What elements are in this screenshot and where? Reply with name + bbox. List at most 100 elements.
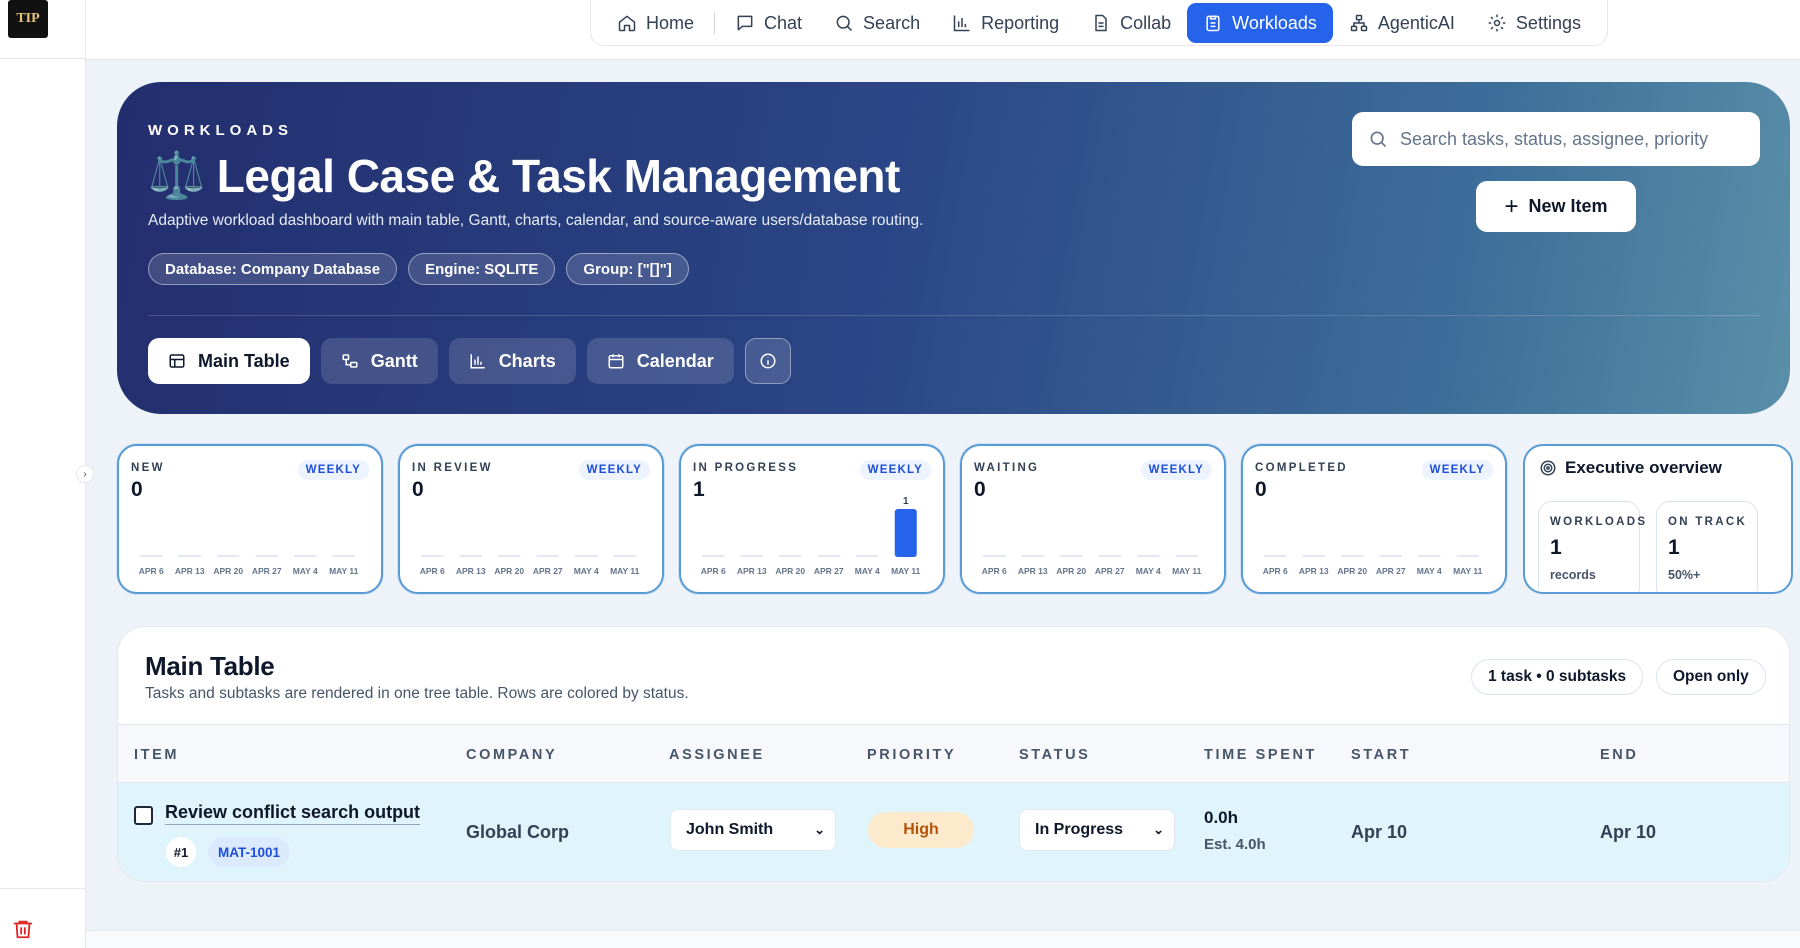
- x-tick-label: APR 13: [737, 566, 767, 576]
- column-header-end[interactable]: END: [1600, 747, 1638, 763]
- rail-divider: [0, 888, 86, 889]
- trash-icon[interactable]: [12, 918, 34, 945]
- gear-icon: [1488, 14, 1506, 32]
- tab-charts[interactable]: Charts: [448, 338, 576, 384]
- bar-baseline: [178, 555, 201, 557]
- x-tick-label: MAY 4: [855, 566, 880, 576]
- nav-item-reporting[interactable]: Reporting: [936, 3, 1075, 43]
- x-tick-label: APR 20: [1056, 566, 1086, 576]
- matter-badge: MAT-1001: [208, 837, 291, 867]
- tile-value: 1: [1668, 536, 1680, 559]
- column-header-item[interactable]: ITEM: [134, 747, 179, 763]
- x-tick-label: MAY 11: [329, 566, 359, 576]
- bar-baseline: [779, 555, 802, 557]
- x-tick-label: APR 6: [1263, 566, 1288, 576]
- x-tick-label: MAY 4: [574, 566, 599, 576]
- status-card-completed[interactable]: COMPLETED 0 WEEKLY APR 6 APR 13 APR 20 APR 27 M…: [1241, 444, 1507, 594]
- column-header-time-spent[interactable]: TIME SPENT: [1204, 747, 1317, 763]
- panel-subtitle: Tasks and subtasks are rendered in one t…: [145, 685, 689, 702]
- weekly-bar-chart: APR 6 APR 13 APR 20 APR 27 MAY 4 1 MAY 11: [701, 496, 921, 576]
- x-tick-label: APR 27: [252, 566, 282, 576]
- x-tick-label: MAY 11: [1172, 566, 1202, 576]
- x-tick-label: MAY 11: [891, 566, 921, 576]
- open-only-filter[interactable]: Open only: [1656, 659, 1766, 695]
- x-tick-label: APR 13: [1299, 566, 1329, 576]
- column-header-status[interactable]: STATUS: [1019, 747, 1090, 763]
- nav-item-label: Reporting: [981, 12, 1060, 33]
- column-header-assignee[interactable]: ASSIGNEE: [669, 747, 765, 763]
- assignee-select[interactable]: John Smith ⌄: [670, 809, 836, 851]
- tab-calendar[interactable]: Calendar: [586, 338, 734, 384]
- table-row[interactable]: Review conflict search output #1 MAT-100…: [118, 783, 1789, 881]
- bar-baseline: [1418, 555, 1441, 557]
- status-select[interactable]: In Progress ⌄: [1019, 809, 1175, 851]
- nav-item-search[interactable]: Search: [818, 3, 936, 43]
- bar-baseline: [459, 555, 482, 557]
- nav-item-chat[interactable]: Chat: [719, 3, 818, 43]
- search-box[interactable]: [1352, 112, 1760, 166]
- hero-divider: [148, 315, 1760, 316]
- bar-baseline: [1137, 555, 1160, 557]
- document-icon: [1095, 14, 1107, 32]
- task-title[interactable]: Review conflict search output: [165, 802, 421, 825]
- nav-item-label: Workloads: [1232, 12, 1317, 33]
- row-checkbox[interactable]: [134, 806, 153, 825]
- app-logo[interactable]: TIP: [8, 0, 48, 38]
- new-item-button[interactable]: + New Item: [1476, 181, 1636, 232]
- tile-label: WORKLOADS: [1550, 516, 1648, 528]
- status-card-in-review[interactable]: IN REVIEW 0 WEEKLY APR 6 APR 13 APR 20 APR 27 M…: [398, 444, 664, 594]
- column-header-priority[interactable]: PRIORITY: [867, 747, 956, 763]
- tab-gantt[interactable]: Gantt: [320, 338, 438, 384]
- bar-chart-icon: [470, 354, 485, 369]
- status-card-waiting[interactable]: WAITING 0 WEEKLY APR 6 APR 13 APR 20 APR 27 MAY…: [960, 444, 1226, 594]
- database-chip: Database: Company Database: [148, 253, 398, 285]
- clipboard-icon: [1206, 15, 1220, 32]
- bar-baseline: [1021, 555, 1044, 557]
- nav-item-label: Chat: [764, 12, 803, 33]
- nav-item-label: Search: [863, 12, 921, 33]
- bar-baseline: [421, 555, 444, 557]
- bar-baseline: [255, 555, 278, 557]
- x-tick-label: APR 27: [1376, 566, 1406, 576]
- task-index-badge: #1: [166, 837, 196, 867]
- bar-baseline: [983, 555, 1006, 557]
- info-button[interactable]: [744, 338, 791, 384]
- start-date-cell: Apr 10: [1351, 822, 1408, 842]
- search-icon: [1370, 131, 1387, 148]
- x-tick-label: MAY 4: [1417, 566, 1442, 576]
- nav-divider: [714, 12, 716, 34]
- column-header-start[interactable]: START: [1351, 747, 1411, 763]
- search-input[interactable]: [1400, 128, 1750, 150]
- x-tick-label: APR 13: [456, 566, 486, 576]
- nav-item-label: Settings: [1515, 12, 1581, 33]
- bar-baseline: [1098, 555, 1121, 557]
- plus-icon: +: [1504, 192, 1519, 220]
- nav-item-agenticai[interactable]: AgenticAI: [1333, 3, 1471, 43]
- gantt-icon: [342, 354, 358, 368]
- status-card-new[interactable]: NEW 0 WEEKLY APR 6 APR 13 APR 20 APR 27 MAY 4 MA…: [117, 444, 383, 594]
- nav-item-workloads[interactable]: Workloads: [1187, 3, 1333, 43]
- bar-baseline: [294, 555, 317, 557]
- bar-baseline: [1060, 555, 1083, 557]
- nav-item-settings[interactable]: Settings: [1471, 3, 1597, 43]
- sidebar-expand-toggle[interactable]: ›: [76, 465, 94, 483]
- x-tick-label: APR 13: [1018, 566, 1048, 576]
- column-header-company[interactable]: COMPANY: [466, 747, 557, 763]
- x-tick-label: APR 20: [213, 566, 243, 576]
- x-tick-label: APR 13: [175, 566, 205, 576]
- x-tick-label: MAY 11: [1453, 566, 1483, 576]
- tile-value: 1: [1550, 536, 1562, 559]
- x-tick-label: MAY 11: [610, 566, 640, 576]
- nav-item-collab[interactable]: Collab: [1075, 3, 1187, 43]
- status-card-in-progress[interactable]: IN PROGRESS 1 WEEKLY APR 6 APR 13 APR 20 APR 2…: [679, 444, 945, 594]
- priority-badge: High: [868, 812, 974, 848]
- bar-baseline: [613, 555, 636, 557]
- tab-label: Calendar: [636, 350, 714, 371]
- x-tick-label: APR 20: [775, 566, 805, 576]
- chevron-down-icon: ⌄: [814, 822, 825, 837]
- tab-label: Gantt: [370, 350, 418, 371]
- weekly-bar-chart: APR 6 APR 13 APR 20 APR 27 MAY 4 MAY 11: [982, 555, 1202, 576]
- tab-main-table[interactable]: Main Table: [148, 338, 310, 384]
- time-spent-value: 0.0h: [1204, 808, 1239, 827]
- nav-item-home[interactable]: Home: [601, 3, 710, 43]
